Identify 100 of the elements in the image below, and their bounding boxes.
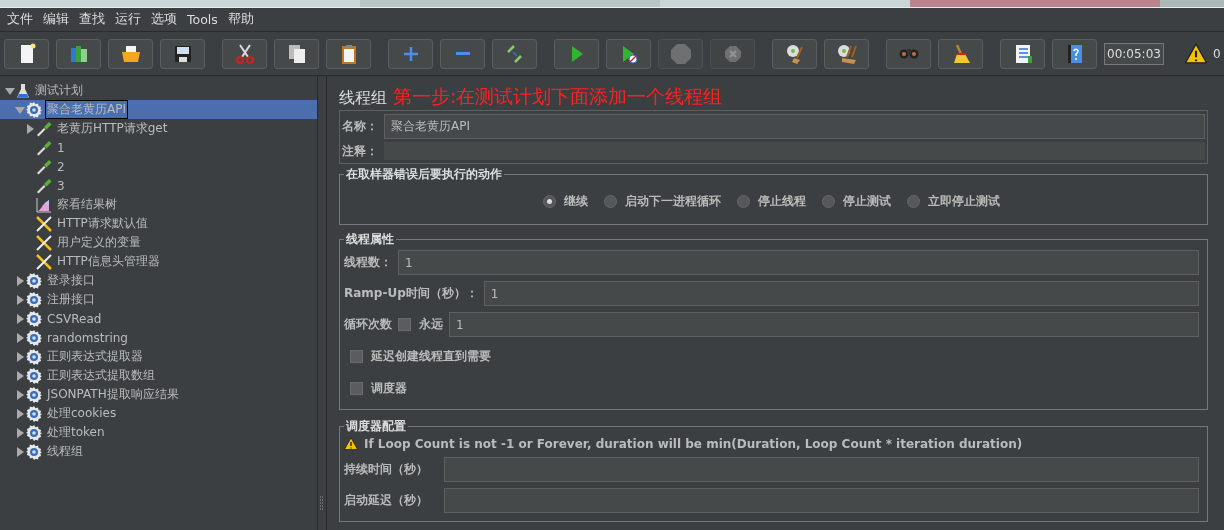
collapsed-arrow-icon[interactable]	[15, 275, 25, 286]
tree-node-label: 聚合老黄历API	[45, 100, 128, 119]
splitter-grip-icon[interactable]	[320, 496, 324, 510]
tree-node[interactable]: 2	[0, 157, 317, 176]
menu-item[interactable]: 选项	[146, 11, 182, 28]
warning-count: 0	[1212, 46, 1221, 61]
elapsed-timer: 00:05:03	[1104, 42, 1164, 65]
gear-icon	[26, 443, 42, 460]
tree-node-label: 老黄历HTTP请求get	[56, 120, 169, 137]
radio-option[interactable]: 停止测试	[822, 193, 891, 210]
name-field[interactable]: 聚合老黄历API	[384, 114, 1205, 139]
tree-node[interactable]: 用户定义的变量	[0, 233, 317, 252]
warning-icon	[1184, 42, 1207, 65]
tree-node[interactable]: CSVRead	[0, 309, 317, 328]
forever-checkbox[interactable]: 永远	[398, 316, 443, 333]
tree-node[interactable]: HTTP请求默认值	[0, 214, 317, 233]
toolbar-button[interactable]	[326, 38, 371, 69]
toolbar-button[interactable]	[1052, 38, 1097, 69]
tree-node[interactable]: 老黄历HTTP请求get	[0, 119, 317, 138]
threads-field[interactable]: 1	[398, 250, 1199, 275]
toolbar-button[interactable]	[160, 38, 205, 69]
tree-node[interactable]: 察看结果树	[0, 195, 317, 214]
tree-node-label: 登录接口	[46, 272, 96, 289]
tree-node-label: 正则表达式提取数组	[46, 367, 156, 384]
collapsed-arrow-icon[interactable]	[15, 408, 25, 419]
option-checkbox[interactable]: 调度器	[350, 379, 407, 397]
expanded-arrow-icon[interactable]	[5, 85, 15, 96]
tree-node[interactable]: 线程组	[0, 442, 317, 461]
tree-node[interactable]: 登录接口	[0, 271, 317, 290]
tree-node-label: HTTP信息头管理器	[56, 253, 161, 270]
collapsed-arrow-icon[interactable]	[15, 313, 25, 324]
collapsed-arrow-icon[interactable]	[15, 427, 25, 438]
tree-node[interactable]: 测试计划	[0, 81, 317, 100]
gear-icon	[26, 386, 42, 403]
gear-icon	[26, 272, 42, 289]
collapsed-arrow-icon[interactable]	[15, 332, 25, 343]
tree-node-label: 正则表达式提取器	[46, 348, 144, 365]
tree-node[interactable]: 注册接口	[0, 290, 317, 309]
chart-icon	[36, 196, 52, 213]
scheduler-field[interactable]	[444, 488, 1199, 513]
tree-node[interactable]: JSONPATH提取响应结果	[0, 385, 317, 404]
tree-node-label: 测试计划	[34, 82, 84, 99]
field-label: Ramp-Up时间（秒）：	[344, 285, 478, 302]
binoculars-icon	[897, 48, 920, 59]
option-checkbox[interactable]: 延迟创建线程直到需要	[350, 347, 491, 365]
menu-item[interactable]: 编辑	[38, 11, 74, 28]
tree-node[interactable]: 3	[0, 176, 317, 195]
pipette-icon	[36, 120, 52, 137]
tree-node[interactable]: 处理token	[0, 423, 317, 442]
field-label: 线程数：	[344, 254, 392, 271]
collapsed-arrow-icon[interactable]	[15, 389, 25, 400]
toolbar-button[interactable]	[108, 38, 153, 69]
tree-node-label: randomstring	[46, 329, 129, 346]
pipette-icon	[36, 139, 52, 156]
radio-option[interactable]: 停止线程	[737, 193, 806, 210]
pipette-icon	[36, 177, 52, 194]
scheduler-field[interactable]	[444, 457, 1199, 482]
toolbar-button[interactable]	[1000, 38, 1045, 69]
collapsed-arrow-icon[interactable]	[15, 294, 25, 305]
tree-node-label: 察看结果树	[56, 196, 118, 213]
group-title: 线程属性	[345, 231, 395, 248]
menu-item[interactable]: Tools	[182, 12, 223, 27]
gear-brooms-icon	[835, 42, 858, 65]
tree-node[interactable]: 正则表达式提取器	[0, 347, 317, 366]
group-title: 在取样器错误后要执行的动作	[345, 166, 503, 183]
tree-node[interactable]: 正则表达式提取数组	[0, 366, 317, 385]
toolbar-button[interactable]	[824, 38, 869, 69]
toolbar-button[interactable]	[56, 38, 101, 69]
radio-option[interactable]: 立即停止测试	[907, 193, 1000, 210]
minus-icon	[455, 52, 470, 55]
field-label: 持续时间（秒）	[344, 461, 429, 478]
toolbar-button[interactable]	[492, 38, 537, 69]
wrench-icon	[36, 215, 52, 232]
menu-item[interactable]: 查找	[74, 11, 110, 28]
toolbar-button[interactable]	[274, 38, 319, 69]
tree-node-label: 2	[56, 158, 66, 175]
loop-count-field[interactable]: 1	[449, 312, 1199, 337]
tree-node-label: 注册接口	[46, 291, 96, 308]
collapsed-arrow-icon[interactable]	[25, 123, 35, 134]
menu-item[interactable]: 运行	[110, 11, 146, 28]
toolbar-button[interactable]	[4, 38, 49, 69]
collapsed-arrow-icon[interactable]	[15, 351, 25, 362]
tree-node[interactable]: 处理cookies	[0, 404, 317, 423]
tree-node-label: HTTP请求默认值	[56, 215, 149, 232]
toolbar-button[interactable]	[222, 38, 267, 69]
tree-node[interactable]: randomstring	[0, 328, 317, 347]
radio-option[interactable]: 启动下一进程循环	[604, 193, 721, 210]
gear-icon	[26, 291, 42, 308]
collapsed-arrow-icon[interactable]	[15, 370, 25, 381]
pipette-icon	[36, 158, 52, 175]
menu-item[interactable]: 帮助	[222, 11, 259, 28]
tree-node[interactable]: 1	[0, 138, 317, 157]
tree-node[interactable]: HTTP信息头管理器	[0, 252, 317, 271]
collapsed-arrow-icon[interactable]	[15, 446, 25, 457]
toolbar-button[interactable]	[938, 38, 983, 69]
radio-option[interactable]: 继续	[543, 193, 588, 210]
wrench-icon	[36, 253, 52, 270]
toolbar-button[interactable]	[772, 38, 817, 69]
menu-item[interactable]: 文件	[2, 11, 38, 28]
ramp-up-field[interactable]: 1	[483, 281, 1199, 306]
